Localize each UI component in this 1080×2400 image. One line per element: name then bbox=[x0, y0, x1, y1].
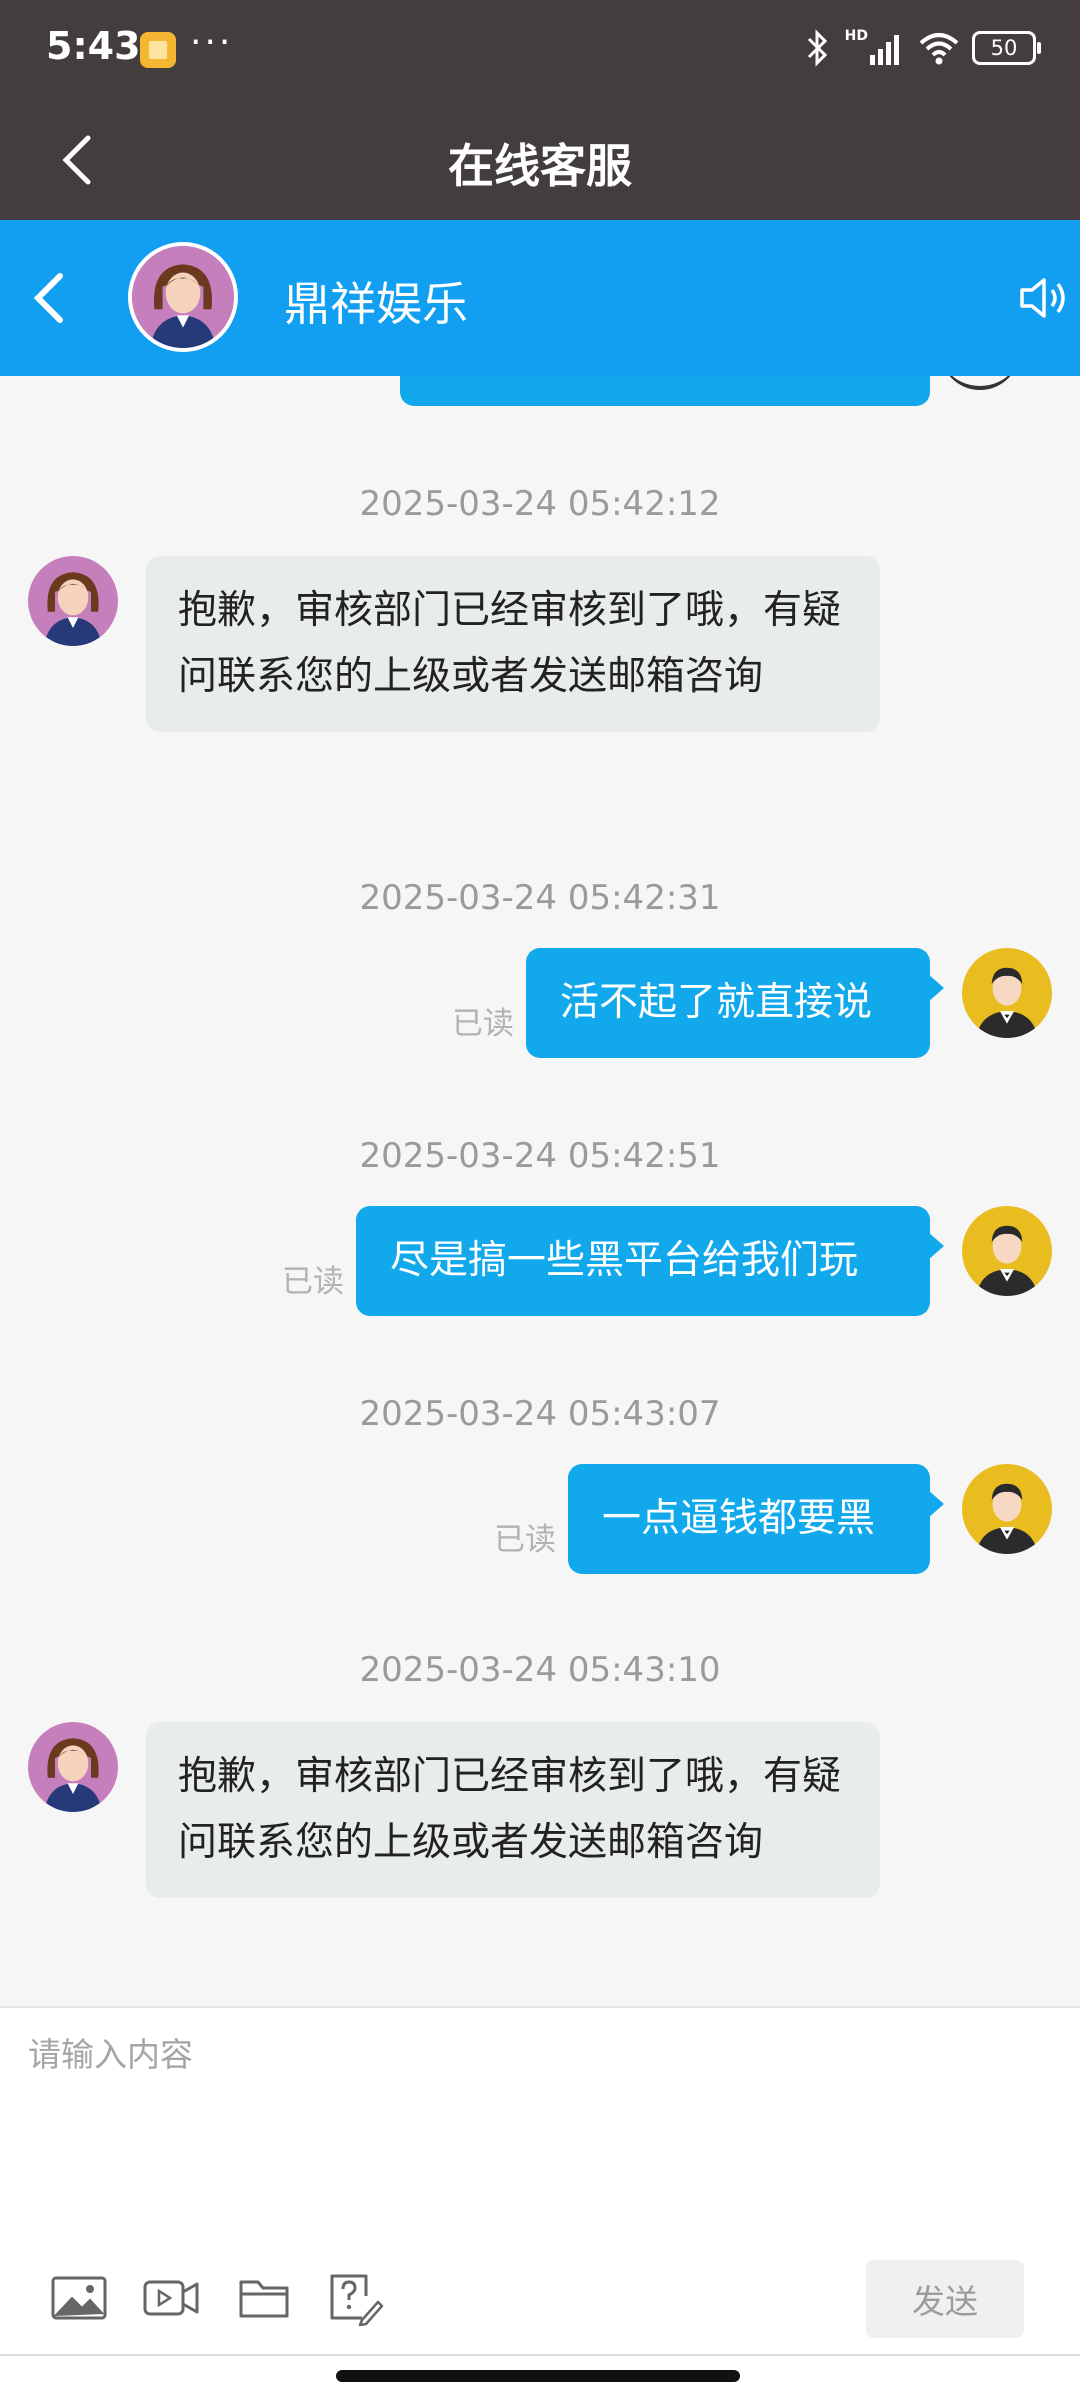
wifi-icon bbox=[919, 33, 959, 65]
read-receipt: 已读 bbox=[452, 1006, 514, 1042]
message-list[interactable]: 2025-03-24 05:42:12 抱歉，审核部门已经审核到了哦，有疑问联系… bbox=[0, 376, 1080, 2006]
speaker-icon[interactable] bbox=[1016, 270, 1072, 326]
message-timestamp: 2025-03-24 05:43:07 bbox=[359, 1394, 721, 1434]
home-indicator[interactable] bbox=[336, 2370, 740, 2382]
title-bar: 在线客服 bbox=[0, 100, 1080, 220]
folder-icon[interactable] bbox=[236, 2270, 294, 2326]
message-timestamp: 2025-03-24 05:42:51 bbox=[359, 1136, 721, 1176]
chat-header: 鼎祥娱乐 bbox=[0, 220, 1080, 376]
chat-back-icon[interactable] bbox=[20, 264, 80, 332]
chat-contact-name: 鼎祥娱乐 bbox=[284, 277, 468, 331]
message-bubble-incoming: 抱歉，审核部门已经审核到了哦，有疑问联系您的上级或者发送邮箱咨询 bbox=[146, 556, 880, 732]
page-title: 在线客服 bbox=[448, 139, 632, 193]
message-bubble-outgoing: 一点逼钱都要黑 bbox=[568, 1464, 944, 1574]
user-avatar bbox=[962, 1464, 1052, 1554]
battery-indicator: 50 bbox=[972, 31, 1041, 65]
agent-avatar bbox=[28, 556, 118, 646]
read-receipt: 已读 bbox=[494, 1522, 556, 1558]
hd-indicator: HD bbox=[844, 28, 868, 44]
agent-avatar bbox=[28, 1722, 118, 1812]
nav-divider bbox=[0, 2354, 1080, 2356]
user-avatar-partial bbox=[940, 376, 1020, 390]
more-notifications-indicator: ··· bbox=[190, 22, 234, 63]
message-timestamp: 2025-03-24 05:43:10 bbox=[359, 1650, 721, 1690]
agent-avatar bbox=[128, 242, 238, 352]
status-time: 5:43 bbox=[46, 24, 141, 68]
video-icon[interactable] bbox=[142, 2270, 200, 2326]
message-timestamp: 2025-03-24 05:42:12 bbox=[359, 484, 721, 524]
user-avatar bbox=[962, 1206, 1052, 1296]
message-bubble-incoming: 抱歉，审核部门已经审核到了哦，有疑问联系您的上级或者发送邮箱咨询 bbox=[146, 1722, 880, 1898]
user-avatar bbox=[962, 948, 1052, 1038]
read-receipt: 已读 bbox=[282, 1264, 344, 1300]
message-bubble-partial bbox=[400, 376, 930, 406]
question-icon[interactable] bbox=[326, 2270, 384, 2326]
image-icon[interactable] bbox=[50, 2270, 108, 2326]
message-timestamp: 2025-03-24 05:42:31 bbox=[359, 878, 721, 918]
bluetooth-icon bbox=[807, 29, 827, 67]
status-bar: 5:43 ··· HD 50 bbox=[0, 0, 1080, 100]
message-bubble-outgoing: 活不起了就直接说 bbox=[526, 948, 944, 1058]
status-icons: HD 50 bbox=[803, 28, 1041, 68]
composer: 发送 bbox=[0, 2008, 1080, 2400]
send-button[interactable]: 发送 bbox=[866, 2260, 1024, 2338]
message-bubble-outgoing: 尽是搞一些黑平台给我们玩 bbox=[356, 1206, 944, 1316]
notification-app-icon bbox=[140, 32, 176, 68]
signal-icon bbox=[870, 35, 899, 65]
message-input[interactable] bbox=[28, 2028, 1048, 2228]
